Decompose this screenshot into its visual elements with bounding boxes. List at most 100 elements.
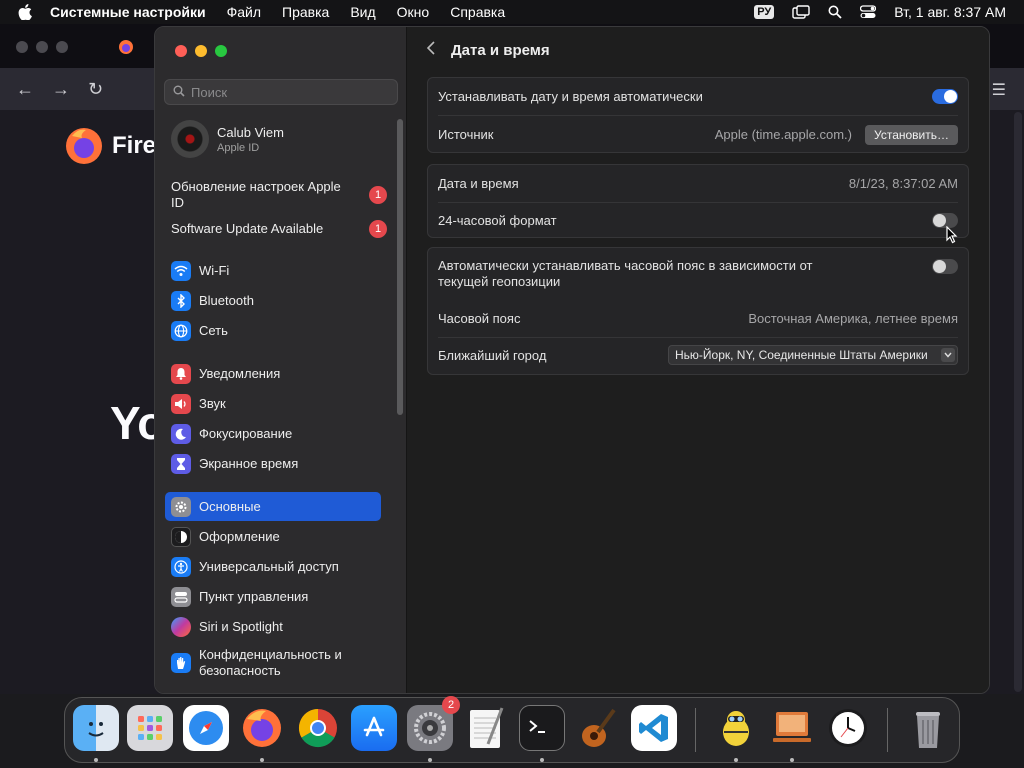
search-input[interactable] (191, 84, 381, 100)
24-hour-format-row: 24-часовой формат (428, 202, 968, 239)
menu-file[interactable]: Файл (227, 4, 261, 20)
zoom-button[interactable] (215, 45, 227, 57)
sidebar-item-label: Siri и Spotlight (199, 619, 283, 634)
sidebar-item-wifi[interactable]: Wi-Fi (165, 256, 381, 285)
sidebar-item-label: Универсальный доступ (199, 559, 339, 574)
timezone-value: Восточная Америка, летнее время (748, 311, 958, 326)
sidebar-item-label: Уведомления (199, 366, 281, 381)
account-name: Calub Viem (217, 124, 284, 140)
control-center-icon[interactable] (860, 5, 877, 19)
menu-view[interactable]: Вид (350, 4, 375, 20)
cyberduck-icon[interactable] (713, 705, 759, 751)
moon-icon (171, 423, 191, 444)
menu-help[interactable]: Справка (450, 4, 505, 20)
back-arrow-icon[interactable]: ← (16, 79, 34, 100)
sidebar-item-label: Сеть (199, 323, 228, 338)
auto-timezone-toggle[interactable] (932, 259, 958, 274)
firefox-brand-text: Fire (112, 132, 157, 159)
date-time-value: 8/1/23, 8:37:02 AM (848, 176, 958, 191)
sidebar-item-bluetooth[interactable]: Bluetooth (165, 286, 381, 315)
firefox-scrollbar[interactable] (1014, 112, 1022, 692)
timezone-row: Часовой пояс Восточная Америка, летнее в… (428, 300, 968, 337)
remote-desktop-icon[interactable] (769, 705, 815, 751)
closest-city-row: Ближайший город Нью-Йорк, NY, Соединенны… (428, 337, 968, 374)
date-time-label: Дата и время (438, 176, 519, 191)
24-hour-format-label: 24-часовой формат (438, 213, 557, 228)
running-indicator (790, 758, 794, 762)
search-icon (173, 85, 185, 100)
closest-city-select[interactable]: Нью-Йорк, NY, Соединенные Штаты Америки (668, 345, 958, 365)
timezone-label: Часовой пояс (438, 311, 521, 326)
sidebar-item-sound[interactable]: Звук (165, 389, 381, 418)
firefox-icon[interactable] (239, 705, 285, 751)
app-store-icon[interactable] (351, 705, 397, 751)
sidebar-item-label: Bluetooth (199, 293, 254, 308)
close-button[interactable] (175, 45, 187, 57)
input-source-indicator[interactable]: РУ (754, 5, 775, 19)
date-time-pane: Дата и время Устанавливать дату и время … (407, 27, 989, 693)
apple-id-account[interactable]: Calub Viem Apple ID (171, 120, 284, 158)
sidebar-item-control-center[interactable]: Пункт управления (165, 582, 381, 611)
safari-icon[interactable] (183, 705, 229, 751)
minimize-button[interactable] (195, 45, 207, 57)
garageband-icon[interactable] (575, 705, 621, 751)
trash-icon[interactable] (905, 705, 951, 751)
system-settings-window: Calub Viem Apple ID Обновление настроек … (154, 26, 990, 694)
firefox-window-controls[interactable] (16, 41, 68, 53)
chrome-icon[interactable] (295, 705, 341, 751)
menubar-clock[interactable]: Вт, 1 авг. 8:37 AM (894, 4, 1006, 20)
running-indicator (540, 758, 544, 762)
menu-edit[interactable]: Правка (282, 4, 329, 20)
software-update-item[interactable]: Software Update Available 1 (171, 220, 391, 238)
terminal-icon[interactable] (519, 705, 565, 751)
vscode-icon[interactable] (631, 705, 677, 751)
clock-icon[interactable] (825, 705, 871, 751)
firefox-logo-icon (66, 128, 102, 164)
chevron-down-icon (941, 348, 955, 362)
auto-time-toggle[interactable] (932, 89, 958, 104)
sidebar-scrollbar[interactable] (397, 119, 403, 415)
auto-time-row: Устанавливать дату и время автоматически (428, 78, 968, 115)
sidebar-item-appearance[interactable]: Оформление (165, 522, 381, 551)
window-switcher-icon[interactable] (792, 5, 810, 19)
menu-window[interactable]: Окно (397, 4, 430, 20)
date-time-row: Дата и время 8/1/23, 8:37:02 AM (428, 165, 968, 202)
back-chevron-icon[interactable] (426, 41, 435, 59)
sidebar-item-focus[interactable]: Фокусирование (165, 419, 381, 448)
avatar (171, 120, 209, 158)
globe-icon (171, 320, 191, 341)
page-title: Дата и время (451, 41, 550, 59)
set-source-button[interactable]: Установить… (865, 125, 958, 145)
forward-arrow-icon[interactable]: → (52, 79, 70, 100)
sidebar-item-label: Wi-Fi (199, 263, 230, 278)
running-indicator (428, 758, 432, 762)
sidebar-item-label: Конфиденциальность и безопасность (199, 647, 342, 678)
account-subtitle: Apple ID (217, 141, 260, 154)
sidebar-item-general[interactable]: Основные (165, 492, 381, 521)
update-label: Обновление настроек Apple ID (171, 179, 341, 210)
app-menu[interactable]: Системные настройки (50, 4, 206, 20)
date-time-group: Дата и время 8/1/23, 8:37:02 AM 24-часов… (427, 164, 969, 238)
sidebar-item-privacy[interactable]: Конфиденциальность и безопасность (165, 645, 381, 681)
reload-icon[interactable]: ↻ (88, 79, 103, 100)
textedit-icon[interactable] (463, 705, 509, 751)
hamburger-menu-icon[interactable]: ☰ (992, 80, 1006, 100)
siri-icon (171, 616, 191, 637)
spotlight-search-icon[interactable] (828, 5, 842, 19)
search-field[interactable] (164, 79, 398, 105)
sidebar-item-network[interactable]: Сеть (165, 316, 381, 345)
sidebar-item-siri-spotlight[interactable]: Siri и Spotlight (165, 612, 381, 641)
apple-menu-icon[interactable] (18, 4, 36, 20)
dock-separator (695, 708, 696, 752)
sidebar-item-screen-time[interactable]: Экранное время (165, 449, 381, 478)
bell-icon (171, 363, 191, 384)
launchpad-icon[interactable] (127, 705, 173, 751)
system-settings-badge: 2 (442, 696, 460, 714)
sidebar-item-accessibility[interactable]: Универсальный доступ (165, 552, 381, 581)
window-controls (175, 45, 227, 57)
bluetooth-icon (171, 290, 191, 311)
sidebar-item-notifications[interactable]: Уведомления (165, 359, 381, 388)
firefox-tab-icon[interactable] (118, 39, 134, 60)
apple-id-update-item[interactable]: Обновление настроек Apple ID 1 (171, 179, 391, 211)
finder-icon[interactable] (73, 705, 119, 751)
